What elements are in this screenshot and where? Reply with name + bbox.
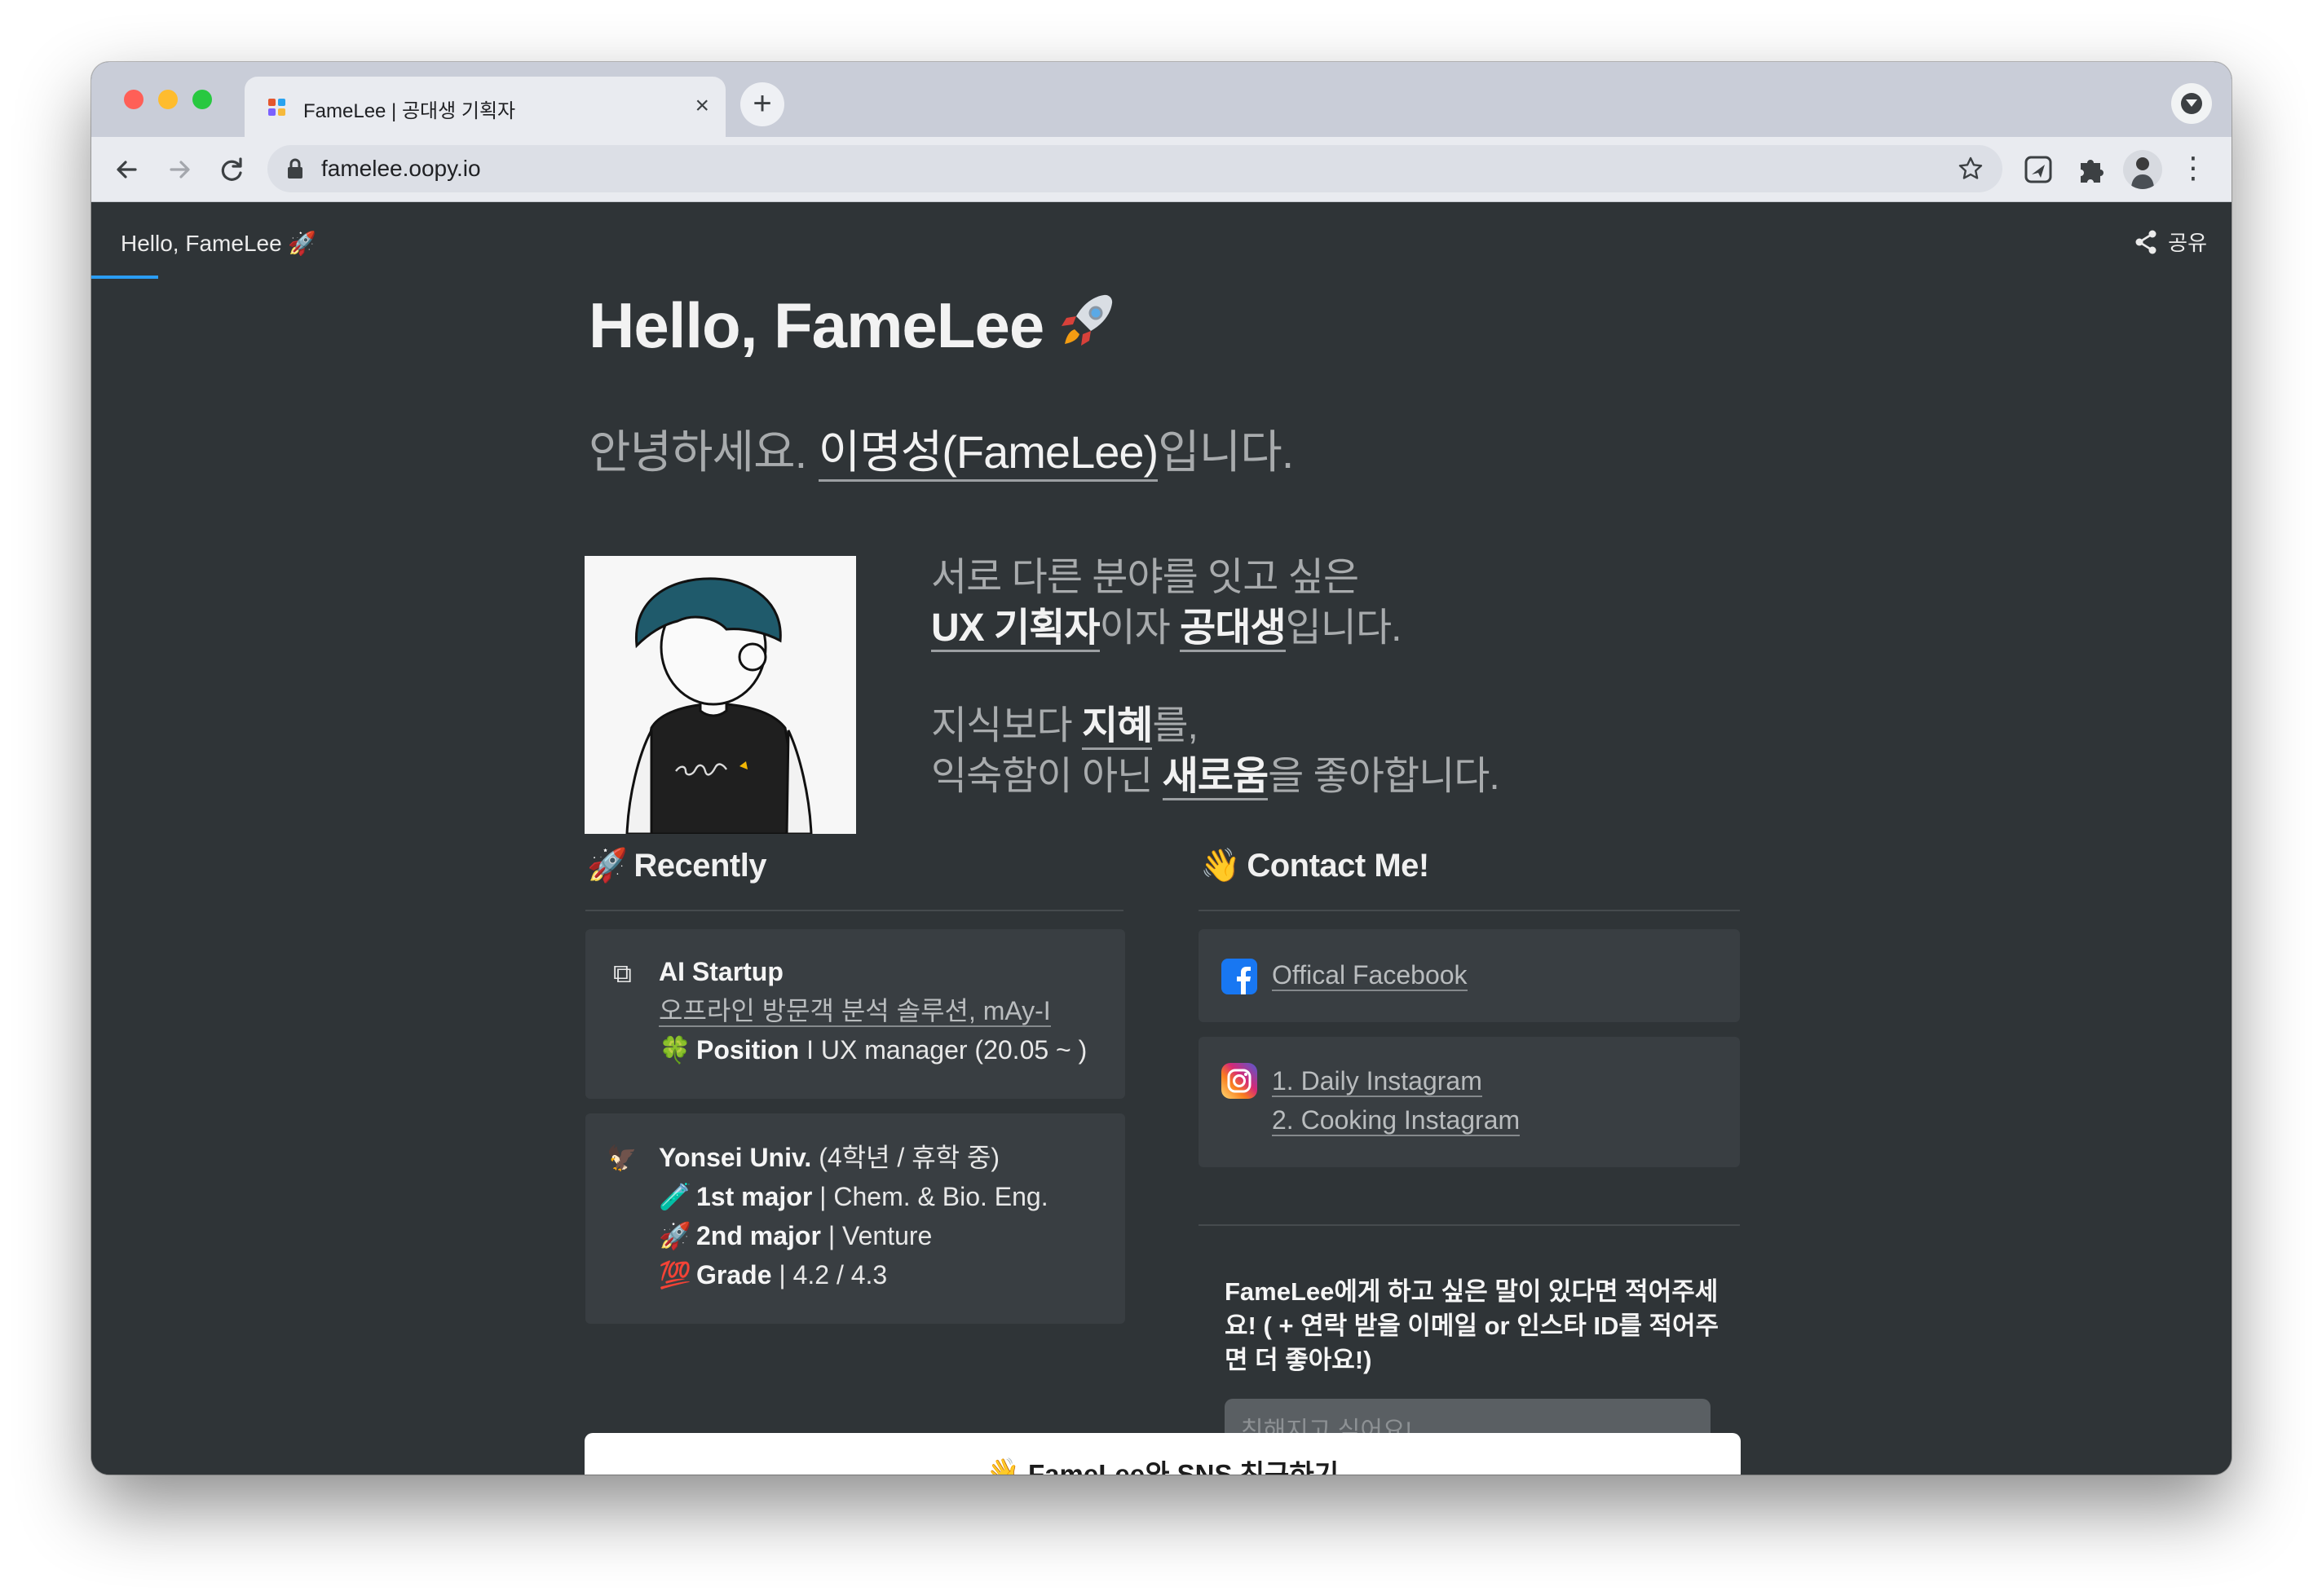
- greeting-suffix: 입니다.: [1158, 426, 1294, 478]
- share-label: 공유: [2168, 231, 2207, 255]
- divider: [1199, 910, 1740, 911]
- url-text: famelee.oopy.io: [321, 156, 481, 181]
- major-row-2: 🚀 2nd major | Venture: [659, 1216, 1048, 1255]
- instagram-icon: [1221, 1063, 1257, 1099]
- profile-illustration: [585, 556, 856, 834]
- bookmark-star-icon[interactable]: [1957, 155, 1984, 183]
- site-favicon-icon: [268, 99, 285, 116]
- eagle-icon: 🦅: [607, 1145, 638, 1172]
- sns-friend-label: FameLee와 SNS 친구하기: [1028, 1459, 1340, 1475]
- rocket-icon: 🚀: [659, 1221, 691, 1250]
- lock-icon: [288, 158, 302, 179]
- browser-tab[interactable]: FameLee | 공대생 기획자 ×: [245, 77, 726, 137]
- hundred-points-icon: 💯: [659, 1260, 691, 1290]
- clover-icon: 🍀: [659, 1035, 691, 1065]
- tab-search-button[interactable]: [2171, 83, 2212, 124]
- address-bar[interactable]: famelee.oopy.io: [267, 145, 2002, 192]
- instagram-card: 1. Daily Instagram 2. Cooking Instagram: [1199, 1037, 1740, 1167]
- puzzle-extensions-icon[interactable]: [2073, 152, 2108, 187]
- greeting: 안녕하세요. 이명성(FameLee)입니다.: [589, 416, 1294, 482]
- new-tab-button[interactable]: +: [740, 82, 784, 126]
- facebook-card: Offical Facebook: [1199, 929, 1740, 1022]
- waving-hand-icon: 👋: [1200, 848, 1241, 884]
- send-extension-icon[interactable]: [2020, 152, 2056, 187]
- recently-heading: 🚀 Recently: [587, 848, 767, 884]
- arrow-left-icon: [117, 161, 137, 179]
- grade-row: 💯 Grade | 4.2 / 4.3: [659, 1255, 1048, 1294]
- browser-window: FameLee | 공대생 기획자 × + famelee.oopy.io ⋮ …: [91, 62, 2232, 1475]
- university-name: Yonsei Univ.: [659, 1143, 812, 1172]
- active-indicator: [91, 276, 158, 279]
- reload-button[interactable]: [212, 150, 251, 189]
- facebook-icon: [1221, 959, 1257, 994]
- role-ux-planner: UX 기획자: [931, 606, 1100, 652]
- intro-text: 서로 다른 분야를 잇고 싶은 UX 기획자이자 공대생입니다. 지식보다 지혜…: [931, 553, 1500, 802]
- intro-line-1: 서로 다른 분야를 잇고 싶은: [931, 556, 1359, 599]
- page-title-text: Hello, FameLee: [589, 289, 1044, 361]
- value-wisdom: 지혜: [1081, 704, 1153, 750]
- value-novelty: 새로움: [1162, 755, 1269, 800]
- share-icon: [2135, 230, 2156, 254]
- greeting-prefix: 안녕하세요.: [589, 426, 819, 478]
- more-menu-icon[interactable]: ⋮: [2179, 152, 2208, 187]
- intro-line-3: 지식보다 지혜를,: [931, 701, 1499, 752]
- browser-toolbar: famelee.oopy.io ⋮: [91, 137, 2232, 202]
- window-icon: ⧉: [613, 959, 632, 988]
- tab-bar: FameLee | 공대생 기획자 × +: [91, 62, 2232, 137]
- test-tube-icon: 🧪: [659, 1182, 691, 1211]
- divider: [1199, 1224, 1740, 1226]
- minimize-window-button[interactable]: [158, 90, 178, 109]
- message-form-question: FameLee에게 하고 싶은 말이 있다면 적어주세요! ( + 연락 받을 …: [1225, 1277, 1719, 1374]
- zoom-window-button[interactable]: [192, 90, 212, 109]
- tab-close-icon[interactable]: ×: [695, 91, 709, 121]
- contact-heading: 👋 Contact Me!: [1200, 848, 1429, 884]
- cooking-instagram-link[interactable]: 2. Cooking Instagram: [1272, 1105, 1521, 1136]
- daily-instagram-link[interactable]: 1. Daily Instagram: [1272, 1066, 1482, 1097]
- intro-line-2: UX 기획자이자 공대생입니다.: [931, 603, 1499, 654]
- reload-icon: [221, 157, 242, 181]
- rocket-icon: 🚀: [587, 848, 628, 884]
- rocket-icon: [1062, 294, 1113, 346]
- facebook-link[interactable]: Offical Facebook: [1272, 960, 1468, 991]
- user-avatar-icon: [2131, 157, 2154, 189]
- role-engineering-student: 공대생: [1180, 606, 1287, 652]
- page-title: Hello, FameLee: [589, 289, 1120, 363]
- page-content: Hello, FameLee 🚀 공유 Hello, FameLee 안녕하세요…: [91, 202, 2232, 1475]
- university-card: 🦅 Yonsei Univ. (4학년 / 휴학 중) 🧪 1st major |…: [585, 1113, 1125, 1324]
- author-name: 이명성(FameLee): [818, 426, 1159, 482]
- back-button[interactable]: [108, 150, 147, 189]
- startup-card: ⧉ AI Startup 오프라인 방문객 분석 솔루션, mAy-I 🍀 Pos…: [585, 929, 1125, 1099]
- startup-name: AI Startup: [659, 957, 784, 986]
- divider: [585, 910, 1123, 911]
- waving-hand-icon: 👋: [986, 1456, 1021, 1475]
- startup-link[interactable]: 오프라인 방문객 분석 솔루션, mAy-I: [659, 996, 1051, 1027]
- sns-friend-button[interactable]: 👋 FameLee와 SNS 친구하기: [585, 1433, 1741, 1475]
- arrow-right-icon: [170, 161, 190, 179]
- major-row-1: 🧪 1st major | Chem. & Bio. Eng.: [659, 1177, 1048, 1216]
- close-window-button[interactable]: [124, 90, 143, 109]
- profile-avatar[interactable]: [2123, 150, 2162, 189]
- tab-title: FameLee | 공대생 기획자: [303, 100, 516, 122]
- forward-button[interactable]: [160, 150, 199, 189]
- share-button[interactable]: 공유: [2132, 227, 2207, 257]
- page-breadcrumb[interactable]: Hello, FameLee 🚀: [121, 230, 316, 257]
- intro-line-4: 익숙함이 아닌 새로움을 좋아합니다.: [931, 752, 1500, 802]
